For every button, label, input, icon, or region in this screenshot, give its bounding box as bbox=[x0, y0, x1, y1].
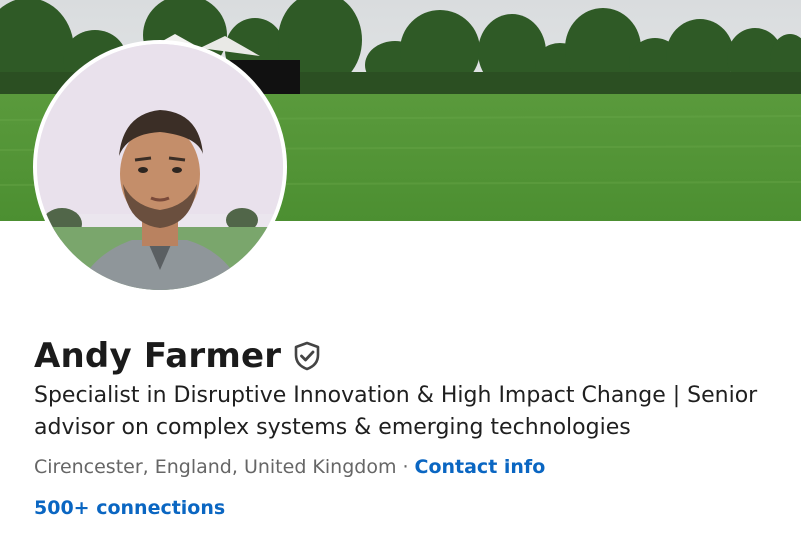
profile-name: Andy Farmer bbox=[34, 336, 282, 376]
profile-headline: Specialist in Disruptive Innovation & Hi… bbox=[34, 383, 758, 440]
location-row: Cirencester, England, United Kingdom · C… bbox=[34, 456, 545, 478]
verified-shield-icon[interactable] bbox=[293, 341, 321, 371]
profile-avatar[interactable] bbox=[33, 40, 287, 294]
profile-location: Cirencester, England, United Kingdom bbox=[34, 456, 397, 478]
contact-info-link[interactable]: Contact info bbox=[415, 456, 546, 478]
avatar-photo bbox=[37, 44, 283, 290]
separator-dot: · bbox=[402, 456, 409, 478]
connections-link[interactable]: 500+ connections bbox=[34, 497, 225, 519]
name-row: Andy Farmer bbox=[34, 336, 321, 376]
